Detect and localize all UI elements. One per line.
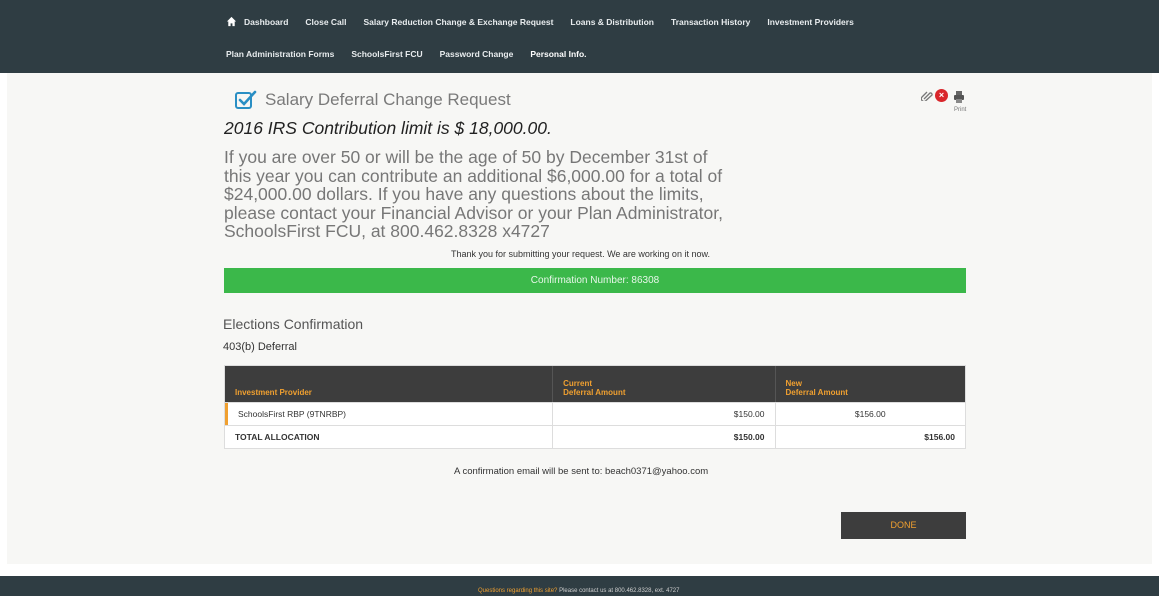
nav-transaction-history[interactable]: Transaction History xyxy=(671,17,750,27)
table-row: SchoolsFirst RBP (9TNRBP) $150.00 $156.0… xyxy=(225,402,965,425)
header-current-deferral: Current Deferral Amount xyxy=(553,366,776,402)
confirmation-email-note: A confirmation email will be sent to: be… xyxy=(454,466,709,477)
page-title: Salary Deferral Change Request xyxy=(265,90,511,109)
nav-row-primary: Dashboard Close Call Salary Reduction Ch… xyxy=(226,16,871,27)
total-current-cell: $150.00 xyxy=(553,426,776,448)
irs-limit-text: 2016 IRS Contribution limit is $ 18,000.… xyxy=(224,118,552,138)
done-button[interactable]: DONE xyxy=(841,512,966,539)
page-tools: × Print xyxy=(918,88,978,118)
footer-question-link[interactable]: Questions regarding this site? xyxy=(478,588,557,594)
nav-close-call[interactable]: Close Call xyxy=(305,17,346,27)
nav-investment-providers[interactable]: Investment Providers xyxy=(767,17,853,27)
contribution-info-text: If you are over 50 or will be the age of… xyxy=(224,147,723,241)
footer-contact: Please contact us at 800.462.8328, ext. … xyxy=(559,588,680,594)
nav-dashboard[interactable]: Dashboard xyxy=(244,17,288,27)
header-investment-provider: Investment Provider xyxy=(225,366,554,402)
deferral-type-label: 403(b) Deferral xyxy=(223,341,297,353)
new-amount-cell: $156.00 xyxy=(854,409,886,419)
total-label-cell: TOTAL ALLOCATION xyxy=(225,426,554,448)
current-amount-cell: $150.00 xyxy=(553,403,776,425)
total-row: TOTAL ALLOCATION $150.00 $156.00 xyxy=(225,425,965,448)
total-new-cell: $156.00 xyxy=(924,432,955,442)
provider-name-cell: SchoolsFirst RBP (9TNRBP) xyxy=(225,403,554,425)
nav-salary-reduction[interactable]: Salary Reduction Change & Exchange Reque… xyxy=(364,17,554,27)
thank-you-message: Thank you for submitting your request. W… xyxy=(451,249,710,259)
nav-schoolsfirst-fcu[interactable]: SchoolsFirst FCU xyxy=(351,49,422,59)
print-label[interactable]: Print xyxy=(954,107,966,113)
confirmation-banner: Confirmation Number: 86308 xyxy=(224,268,966,293)
nav-loans-distribution[interactable]: Loans & Distribution xyxy=(570,17,654,27)
title-row: Salary Deferral Change Request xyxy=(235,90,511,110)
printer-icon[interactable] xyxy=(953,90,965,104)
table-header: Investment Provider Current Deferral Amo… xyxy=(225,366,965,402)
home-icon[interactable] xyxy=(226,16,237,27)
header-new-deferral: New Deferral Amount xyxy=(785,379,848,397)
checklist-icon xyxy=(235,90,257,109)
close-icon[interactable]: × xyxy=(935,89,948,102)
elections-table: Investment Provider Current Deferral Amo… xyxy=(224,365,966,449)
top-navigation: Dashboard Close Call Salary Reduction Ch… xyxy=(0,0,1159,73)
footer-text: Questions regarding this site? Please co… xyxy=(478,588,679,594)
paperclip-icon[interactable] xyxy=(921,91,933,101)
nav-personal-info[interactable]: Personal Info. xyxy=(530,49,586,59)
nav-row-secondary: Plan Administration Forms SchoolsFirst F… xyxy=(226,49,604,59)
elections-title: Elections Confirmation xyxy=(223,316,364,332)
nav-plan-admin-forms[interactable]: Plan Administration Forms xyxy=(226,49,334,59)
nav-password-change[interactable]: Password Change xyxy=(440,49,514,59)
